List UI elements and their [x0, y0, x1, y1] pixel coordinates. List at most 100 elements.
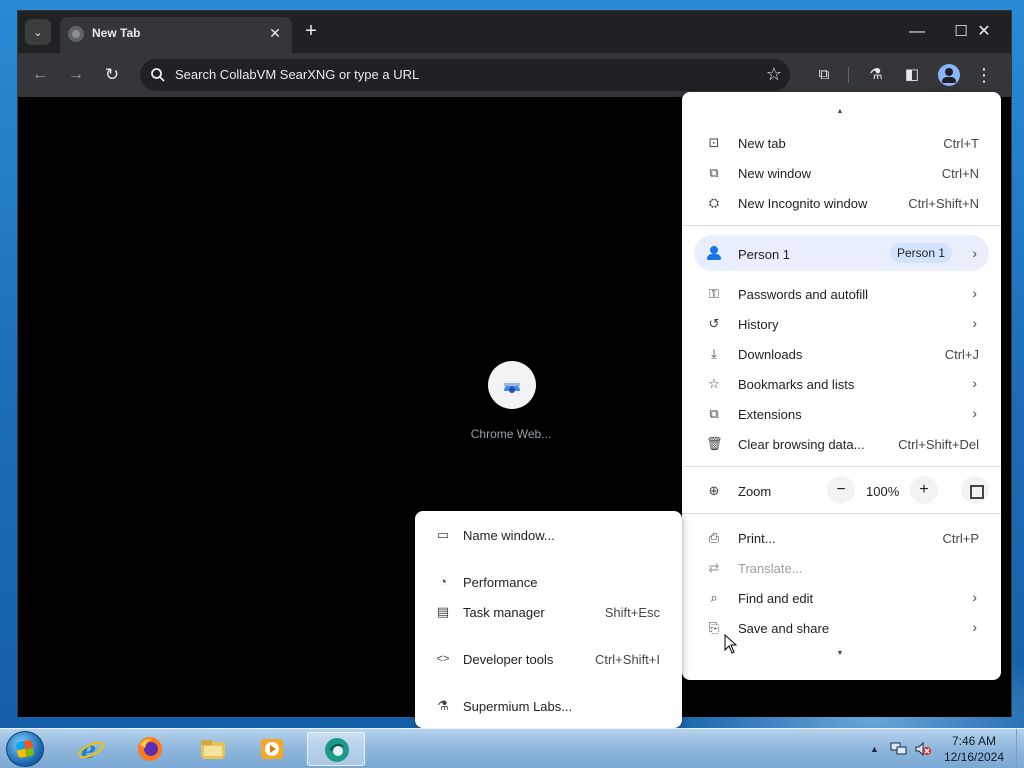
close-window-button[interactable]: ✕	[963, 19, 1005, 45]
history-icon: ↺	[708, 316, 720, 331]
bookmark-star-icon[interactable]: ☆	[766, 64, 782, 85]
menu-divider	[682, 225, 1001, 226]
incognito-icon: ⛭	[708, 195, 720, 210]
chevron-right-icon: ›	[972, 245, 977, 261]
menu-item-label: Zoom	[738, 484, 772, 499]
menu-item-shortcut: Ctrl+Shift+Del	[898, 437, 979, 452]
chevron-right-icon: ›	[972, 405, 977, 421]
forward-button[interactable]: →	[64, 63, 88, 87]
menu-kebab-icon[interactable]: ⋮	[972, 63, 996, 87]
taskbar-file-explorer[interactable]	[184, 732, 242, 766]
save-share-icon: ⎘	[708, 620, 720, 635]
taskbar-media-player[interactable]	[243, 732, 301, 766]
chrome-main-menu: ▲ ⊡ New tab Ctrl+T ⧉ New window Ctrl+N ⛭…	[682, 92, 1001, 680]
web-store-icon	[504, 383, 520, 393]
menu-item-clear-browsing-data[interactable]: 🗑 Clear browsing data... Ctrl+Shift+Del	[682, 429, 1001, 459]
tab-search-button[interactable]: ⌄	[25, 19, 51, 45]
submenu-item-performance[interactable]: ◔ Performance	[415, 567, 682, 597]
menu-item-shortcut: Ctrl+Shift+N	[908, 196, 979, 211]
menu-scroll-up-arrow[interactable]: ▲	[832, 108, 848, 115]
menu-item-downloads[interactable]: ⤓ Downloads Ctrl+J	[682, 339, 1001, 369]
side-panel-icon[interactable]: ◧	[900, 63, 924, 87]
menu-scroll-down-arrow[interactable]: ▼	[832, 650, 848, 657]
chevron-right-icon: ›	[972, 589, 977, 605]
chrome-web-store-shortcut[interactable]	[488, 361, 536, 409]
menu-item-history[interactable]: ↺ History ›	[682, 309, 1001, 339]
key-icon: ⚿	[709, 286, 719, 301]
menu-item-shortcut: Ctrl+T	[943, 136, 979, 151]
taskbar-supermium[interactable]	[307, 732, 365, 766]
menu-item-extensions[interactable]: ⧉ Extensions ›	[682, 399, 1001, 429]
menu-item-print[interactable]: ⎙ Print... Ctrl+P	[682, 523, 1001, 553]
reload-button[interactable]: ↻	[100, 63, 124, 87]
menu-item-label: Developer tools	[463, 652, 554, 667]
menu-item-profile[interactable]: Person 1 Person 1 ›	[694, 235, 989, 271]
shortcut-label: Chrome Web...	[470, 427, 552, 441]
menu-item-shortcut: Ctrl+N	[941, 166, 979, 181]
show-hidden-icons-icon[interactable]: ▲	[870, 744, 879, 754]
taskbar-firefox[interactable]	[121, 732, 179, 766]
submenu-item-task-manager[interactable]: ▤ Task manager Shift+Esc	[415, 597, 682, 627]
submenu-item-name-window[interactable]: ▭ Name window...	[415, 520, 682, 550]
menu-item-label: Find and edit	[738, 591, 814, 606]
menu-item-label: Save and share	[738, 621, 830, 636]
menu-item-bookmarks[interactable]: ☆ Bookmarks and lists ›	[682, 369, 1001, 399]
menu-item-label: New tab	[738, 136, 786, 151]
chevron-right-icon: ›	[972, 315, 977, 331]
menu-item-find-and-edit[interactable]: ⌕ Find and edit ›	[682, 583, 1001, 613]
supermium-icon	[325, 738, 349, 762]
volume-muted-icon[interactable]	[914, 741, 932, 757]
menu-item-translate: ⇄ Translate...	[682, 553, 1001, 583]
back-button[interactable]: ←	[28, 63, 52, 87]
search-icon	[151, 68, 165, 82]
tab-new-tab[interactable]: New Tab ✕	[60, 17, 292, 53]
menu-item-new-incognito-window[interactable]: ⛭ New Incognito window Ctrl+Shift+N	[682, 188, 1001, 218]
speedometer-icon: ◔	[439, 574, 447, 589]
find-icon: ⌕	[710, 590, 718, 605]
minimize-button[interactable]: —	[895, 19, 939, 45]
menu-item-label: Passwords and autofill	[738, 287, 869, 302]
address-bar[interactable]: Search CollabVM SearXNG or type a URL ☆	[140, 59, 790, 91]
more-tools-submenu: ▭ Name window... ◔ Performance ▤ Task ma…	[415, 511, 682, 728]
download-icon: ⤓	[711, 346, 717, 361]
new-tab-button[interactable]: +	[300, 21, 322, 43]
zoom-out-button[interactable]: −	[827, 476, 855, 504]
globe-icon	[68, 26, 84, 42]
start-button[interactable]	[6, 731, 44, 767]
menu-item-shortcut: Shift+Esc	[604, 605, 660, 620]
browser-toolbar: ← → ↻ Search CollabVM SearXNG or type a …	[18, 53, 1011, 97]
new-tab-icon: ⊡	[708, 135, 720, 150]
menu-item-label: Print...	[738, 531, 776, 546]
submenu-item-supermium-labs[interactable]: ⚗ Supermium Labs...	[415, 691, 682, 721]
menu-item-passwords-autofill[interactable]: ⚿ Passwords and autofill ›	[682, 279, 1001, 309]
menu-item-label: New window	[738, 166, 811, 181]
menu-item-label: Downloads	[738, 347, 803, 362]
menu-item-label: Performance	[463, 575, 538, 590]
profile-avatar-icon[interactable]	[938, 64, 960, 86]
zoom-in-button[interactable]: +	[910, 476, 938, 504]
menu-divider	[682, 466, 1001, 467]
network-icon[interactable]	[890, 741, 908, 757]
profile-name: Person 1	[738, 247, 791, 262]
address-bar-placeholder: Search CollabVM SearXNG or type a URL	[175, 67, 420, 82]
extensions-icon[interactable]: ⧉	[812, 63, 836, 87]
close-tab-icon[interactable]: ✕	[266, 24, 284, 42]
menu-item-new-window[interactable]: ⧉ New window Ctrl+N	[682, 158, 1001, 188]
menu-item-shortcut: Ctrl+J	[944, 347, 979, 362]
flask-icon: ⚗	[437, 698, 449, 713]
menu-item-new-tab[interactable]: ⊡ New tab Ctrl+T	[682, 128, 1001, 158]
taskbar-internet-explorer[interactable]: e	[62, 732, 120, 766]
translate-icon: ⇄	[708, 560, 720, 575]
system-clock[interactable]: 7:46 AM 12/16/2024	[936, 733, 1012, 765]
labs-flask-icon[interactable]: ⚗	[864, 63, 888, 87]
fullscreen-button[interactable]	[961, 476, 989, 504]
folder-icon	[201, 740, 225, 759]
printer-icon: ⎙	[708, 530, 720, 545]
profile-badge: Person 1	[890, 243, 953, 263]
menu-item-label: History	[738, 317, 779, 332]
trash-icon: 🗑	[706, 436, 723, 451]
title-bar: ⌄ New Tab ✕ + — ☐ ✕	[18, 11, 1011, 53]
show-desktop-button[interactable]	[1016, 729, 1024, 768]
clock-date: 12/16/2024	[943, 750, 1005, 764]
submenu-item-developer-tools[interactable]: <> Developer tools Ctrl+Shift+I	[415, 644, 682, 674]
